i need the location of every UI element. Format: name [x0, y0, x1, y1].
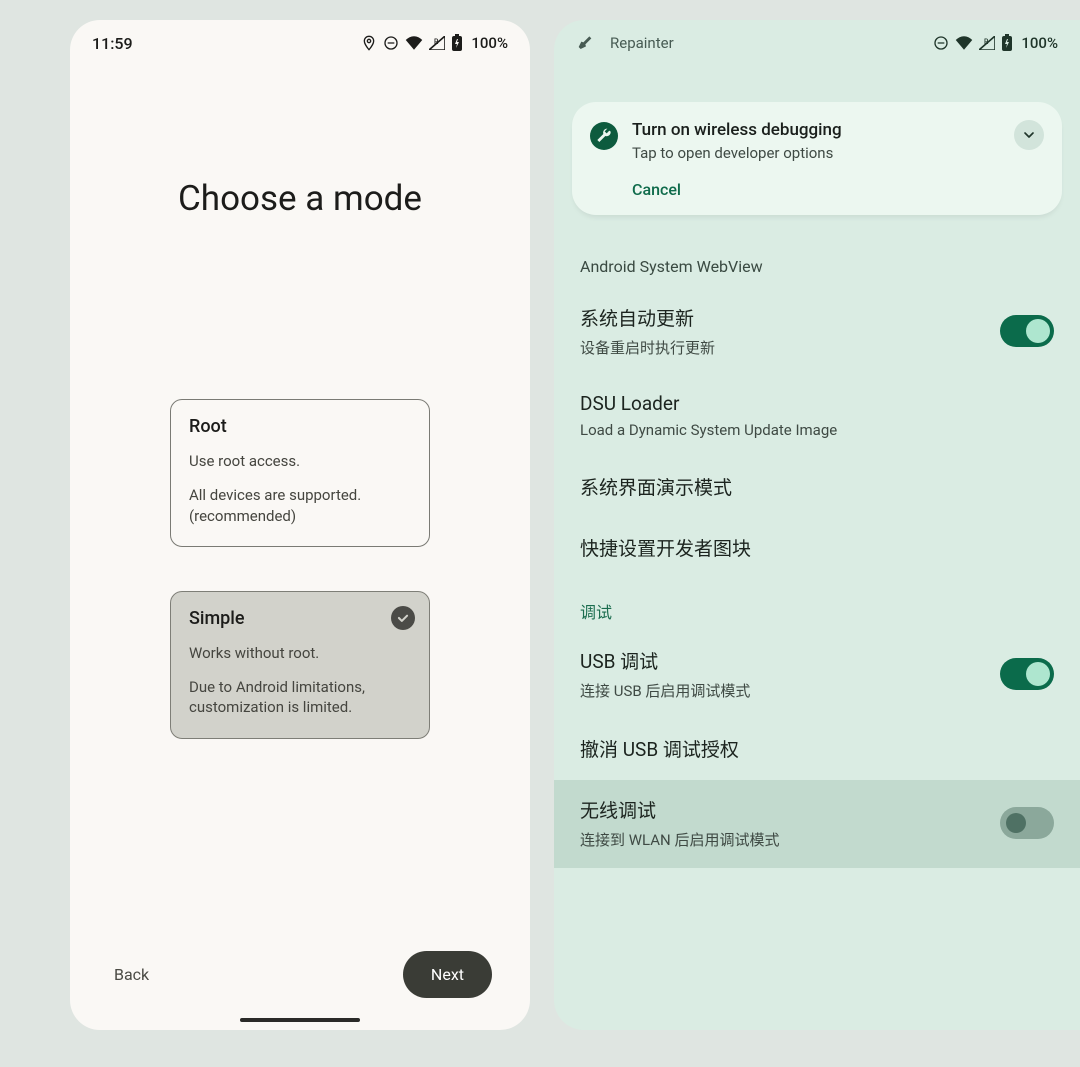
battery-icon	[1001, 34, 1013, 52]
status-battery: 100%	[1021, 34, 1058, 52]
row-title: USB 调试	[580, 647, 984, 674]
wifi-icon	[955, 36, 973, 50]
phone-onboarding: 11:59 R 100% Choose a mode Root Use root…	[70, 20, 530, 1030]
signal-icon: R	[429, 36, 445, 50]
row-qs-dev-tiles[interactable]: 快捷设置开发者图块	[554, 518, 1080, 579]
mode-cards: Root Use root access. All devices are su…	[70, 399, 530, 739]
status-time: 11:59	[92, 34, 133, 53]
wifi-icon	[405, 36, 423, 50]
row-title: DSU Loader	[580, 392, 1054, 415]
wireless-debug-banner[interactable]: Turn on wireless debugging Tap to open d…	[572, 102, 1062, 215]
row-dsu-loader[interactable]: DSU Loader Load a Dynamic System Update …	[554, 376, 1080, 457]
webview-info: Android System WebView	[554, 257, 1080, 288]
dnd-icon	[383, 35, 399, 51]
brush-icon	[576, 35, 592, 51]
next-button[interactable]: Next	[403, 951, 492, 998]
dnd-icon	[933, 35, 949, 51]
mode-card-simple[interactable]: Simple Works without root. Due to Androi…	[170, 591, 430, 739]
wrench-icon	[590, 122, 618, 150]
svg-text:R: R	[434, 38, 439, 46]
chevron-down-icon[interactable]	[1014, 120, 1044, 150]
check-icon	[391, 606, 415, 630]
card-line: All devices are supported. (recommended)	[189, 485, 411, 526]
card-line: Due to Android limitations, customizatio…	[189, 677, 411, 718]
toggle-auto-update[interactable]	[1000, 315, 1054, 347]
toggle-usb-debugging[interactable]	[1000, 658, 1054, 690]
card-title: Simple	[189, 608, 411, 629]
footer: Back Next	[70, 951, 530, 998]
row-auto-update[interactable]: 系统自动更新 设备重启时执行更新	[554, 288, 1080, 376]
banner-title: Turn on wireless debugging	[632, 120, 1000, 140]
phone-developer-options: Repainter R 100% Turn on wireless debugg…	[554, 20, 1080, 1030]
status-bar: 11:59 R 100%	[70, 20, 530, 66]
settings-list: Android System WebView 系统自动更新 设备重启时执行更新 …	[554, 257, 1080, 868]
page-title: Choose a mode	[70, 178, 530, 219]
card-title: Root	[189, 416, 411, 437]
toggle-wireless-debugging[interactable]	[1000, 807, 1054, 839]
row-title: 撤消 USB 调试授权	[580, 735, 1054, 762]
status-battery: 100%	[471, 34, 508, 52]
card-line: Works without root.	[189, 643, 411, 663]
row-title: 快捷设置开发者图块	[580, 534, 1054, 561]
row-subtitle: Load a Dynamic System Update Image	[580, 421, 1054, 439]
signal-icon: R	[979, 36, 995, 50]
battery-icon	[451, 34, 463, 52]
row-subtitle: 连接到 WLAN 后启用调试模式	[580, 829, 984, 850]
nav-pill	[240, 1018, 360, 1022]
row-revoke-usb-auth[interactable]: 撤消 USB 调试授权	[554, 719, 1080, 780]
app-name: Repainter	[610, 34, 674, 52]
svg-text:R: R	[984, 38, 989, 46]
location-icon	[361, 35, 377, 51]
row-subtitle: 连接 USB 后启用调试模式	[580, 680, 984, 701]
row-subtitle: 设备重启时执行更新	[580, 337, 984, 358]
row-wireless-debugging[interactable]: 无线调试 连接到 WLAN 后启用调试模式	[554, 780, 1080, 868]
row-title: 无线调试	[580, 796, 984, 823]
card-line: Use root access.	[189, 451, 411, 471]
row-usb-debugging[interactable]: USB 调试 连接 USB 后启用调试模式	[554, 631, 1080, 719]
back-button[interactable]: Back	[114, 965, 149, 984]
cancel-button[interactable]: Cancel	[632, 180, 681, 199]
banner-subtitle: Tap to open developer options	[632, 144, 1000, 162]
row-title: 系统界面演示模式	[580, 473, 1054, 500]
status-bar: Repainter R 100%	[554, 20, 1080, 66]
row-title: 系统自动更新	[580, 304, 984, 331]
section-debugging: 调试	[554, 579, 1080, 631]
row-demo-mode[interactable]: 系统界面演示模式	[554, 457, 1080, 518]
mode-card-root[interactable]: Root Use root access. All devices are su…	[170, 399, 430, 547]
